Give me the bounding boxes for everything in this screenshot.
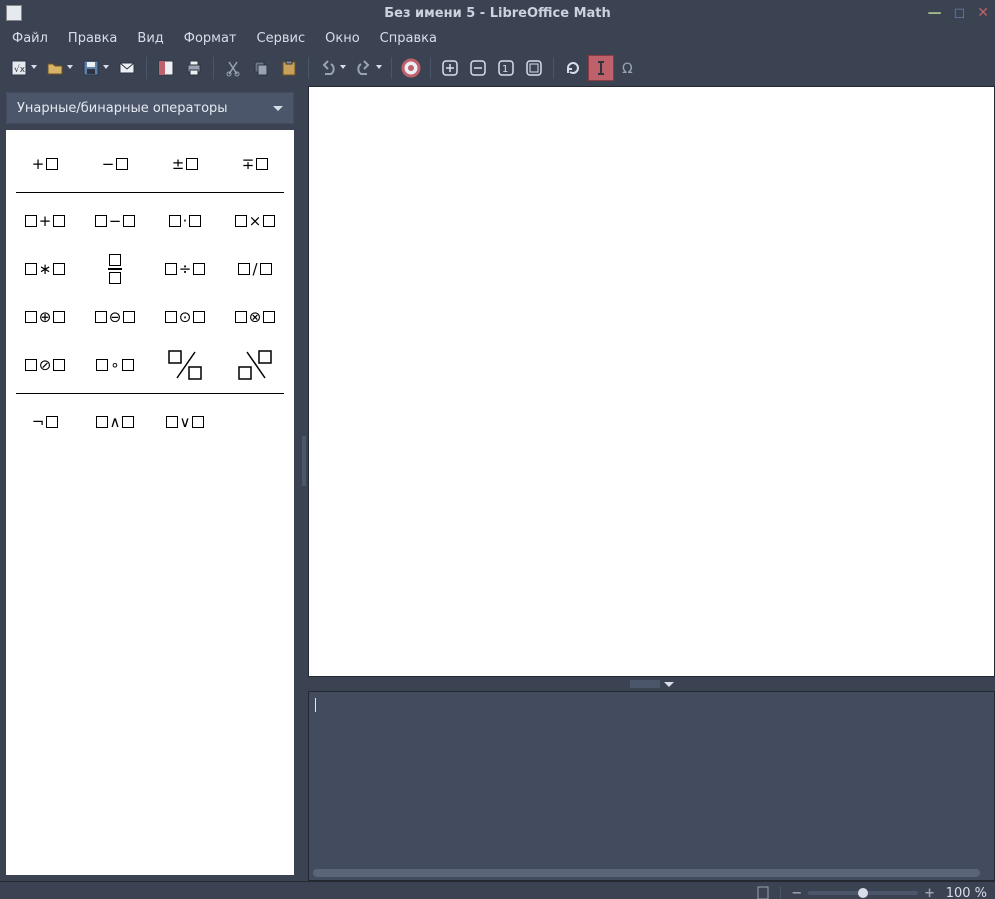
empty-cell <box>220 398 290 446</box>
formula-canvas[interactable] <box>308 86 995 677</box>
element-a-times-b[interactable]: × <box>220 197 290 245</box>
help-button[interactable] <box>398 55 424 81</box>
update-button[interactable] <box>560 55 586 81</box>
element-a-circ-b[interactable]: ∘ <box>80 341 150 389</box>
element-a-over-b[interactable] <box>80 245 150 293</box>
element-a-div-b[interactable]: ÷ <box>150 245 220 293</box>
title-bar: Без имени 5 - LibreOffice Math — ◻ ✕ <box>0 0 995 26</box>
svg-text:√x: √x <box>14 64 26 75</box>
group-divider <box>16 393 284 394</box>
element-a-otimes-b[interactable]: ⊗ <box>220 293 290 341</box>
element-a-plus-b[interactable]: + <box>10 197 80 245</box>
element-a-oplus-b[interactable]: ⊕ <box>10 293 80 341</box>
element-a-minus-b[interactable]: − <box>80 197 150 245</box>
window-maximize-button[interactable]: ◻ <box>954 5 966 21</box>
status-bar: − + 100 % <box>0 881 995 899</box>
chevron-down-icon <box>31 65 37 69</box>
toolbar-separator <box>553 57 554 79</box>
window-close-button[interactable]: ✕ <box>977 5 989 21</box>
symbols-button[interactable]: Ω <box>616 55 642 81</box>
zoom-in-icon[interactable]: + <box>924 886 935 899</box>
toolbar-separator <box>308 57 309 79</box>
element-category-dropdown[interactable]: Унарные/бинарные операторы <box>6 92 294 124</box>
zoom-controls: − + 100 % <box>756 886 987 899</box>
document-area <box>308 86 995 881</box>
menu-edit[interactable]: Правка <box>60 29 125 48</box>
zoom-out-button[interactable] <box>465 55 491 81</box>
zoom-in-button[interactable] <box>437 55 463 81</box>
horizontal-splitter[interactable] <box>308 677 995 691</box>
zoom-fit-button[interactable] <box>521 55 547 81</box>
element-a-ominus-b[interactable]: ⊖ <box>80 293 150 341</box>
chevron-down-icon <box>273 106 283 111</box>
elements-grid: + − ± ∓ + − · × ∗ ÷ / ⊕ <box>6 130 294 875</box>
print-button[interactable] <box>181 55 207 81</box>
element-category-label: Унарные/бинарные операторы <box>17 101 228 116</box>
element-minus-a[interactable]: − <box>80 140 150 188</box>
svg-text:Ω: Ω <box>622 61 633 77</box>
element-a-dot-b[interactable]: · <box>150 197 220 245</box>
zoom-slider-thumb[interactable] <box>858 888 868 898</box>
element-a-star-b[interactable]: ∗ <box>10 245 80 293</box>
vertical-splitter[interactable] <box>300 86 308 881</box>
main-toolbar: √x 1 <box>0 50 995 86</box>
text-cursor <box>315 698 316 712</box>
chevron-down-icon <box>103 65 109 69</box>
zoom-level-label[interactable]: 100 % <box>941 886 987 899</box>
chevron-down-icon <box>376 65 382 69</box>
new-button[interactable]: √x <box>6 55 32 81</box>
menu-bar: Файл Правка Вид Формат Сервис Окно Справ… <box>0 26 995 50</box>
element-a-or-b[interactable]: ∨ <box>150 398 220 446</box>
mail-button[interactable] <box>114 55 140 81</box>
zoom-out-icon[interactable]: − <box>791 886 802 899</box>
app-icon <box>6 5 22 21</box>
paste-button[interactable] <box>276 55 302 81</box>
chevron-down-icon <box>664 682 674 687</box>
zoom-100-button[interactable]: 1 <box>493 55 519 81</box>
chevron-down-icon <box>340 65 346 69</box>
formula-cursor-button[interactable] <box>588 55 614 81</box>
elements-pane: Унарные/бинарные операторы + − ± ∓ + − ·… <box>0 86 300 881</box>
svg-text:1: 1 <box>502 64 508 75</box>
menu-view[interactable]: Вид <box>129 29 171 48</box>
undo-button[interactable] <box>315 55 341 81</box>
menu-window[interactable]: Окно <box>317 29 368 48</box>
window-title: Без имени 5 - LibreOffice Math <box>0 6 995 21</box>
toolbar-separator <box>430 57 431 79</box>
window-minimize-button[interactable]: — <box>928 5 942 21</box>
element-a-odot-b[interactable]: ⊙ <box>150 293 220 341</box>
workspace: Унарные/бинарные операторы + − ± ∓ + − ·… <box>0 86 995 881</box>
element-a-wideslash-b[interactable] <box>150 341 220 389</box>
redo-button[interactable] <box>351 55 377 81</box>
element-plus-a[interactable]: + <box>10 140 80 188</box>
zoom-slider[interactable] <box>808 891 918 895</box>
horizontal-scrollbar[interactable] <box>313 869 980 877</box>
element-plusminus-a[interactable]: ± <box>150 140 220 188</box>
group-divider <box>16 192 284 193</box>
menu-format[interactable]: Формат <box>176 29 245 48</box>
zoom-fit-page-icon[interactable] <box>756 886 770 899</box>
menu-tools[interactable]: Сервис <box>249 29 314 48</box>
menu-help[interactable]: Справка <box>372 29 445 48</box>
splitter-grip-icon <box>630 680 660 688</box>
export-pdf-button[interactable] <box>153 55 179 81</box>
element-minusplus-a[interactable]: ∓ <box>220 140 290 188</box>
toolbar-separator <box>213 57 214 79</box>
element-a-widebslash-b[interactable] <box>220 341 290 389</box>
toolbar-separator <box>391 57 392 79</box>
menu-file[interactable]: Файл <box>4 29 56 48</box>
cut-button[interactable] <box>220 55 246 81</box>
element-a-oslash-b[interactable]: ⊘ <box>10 341 80 389</box>
element-not-a[interactable]: ¬ <box>10 398 80 446</box>
open-button[interactable] <box>42 55 68 81</box>
element-a-and-b[interactable]: ∧ <box>80 398 150 446</box>
copy-button[interactable] <box>248 55 274 81</box>
save-button[interactable] <box>78 55 104 81</box>
status-separator <box>780 886 781 899</box>
element-a-slash-b[interactable]: / <box>220 245 290 293</box>
chevron-down-icon <box>67 65 73 69</box>
toolbar-separator <box>146 57 147 79</box>
command-input-area[interactable] <box>308 691 995 881</box>
